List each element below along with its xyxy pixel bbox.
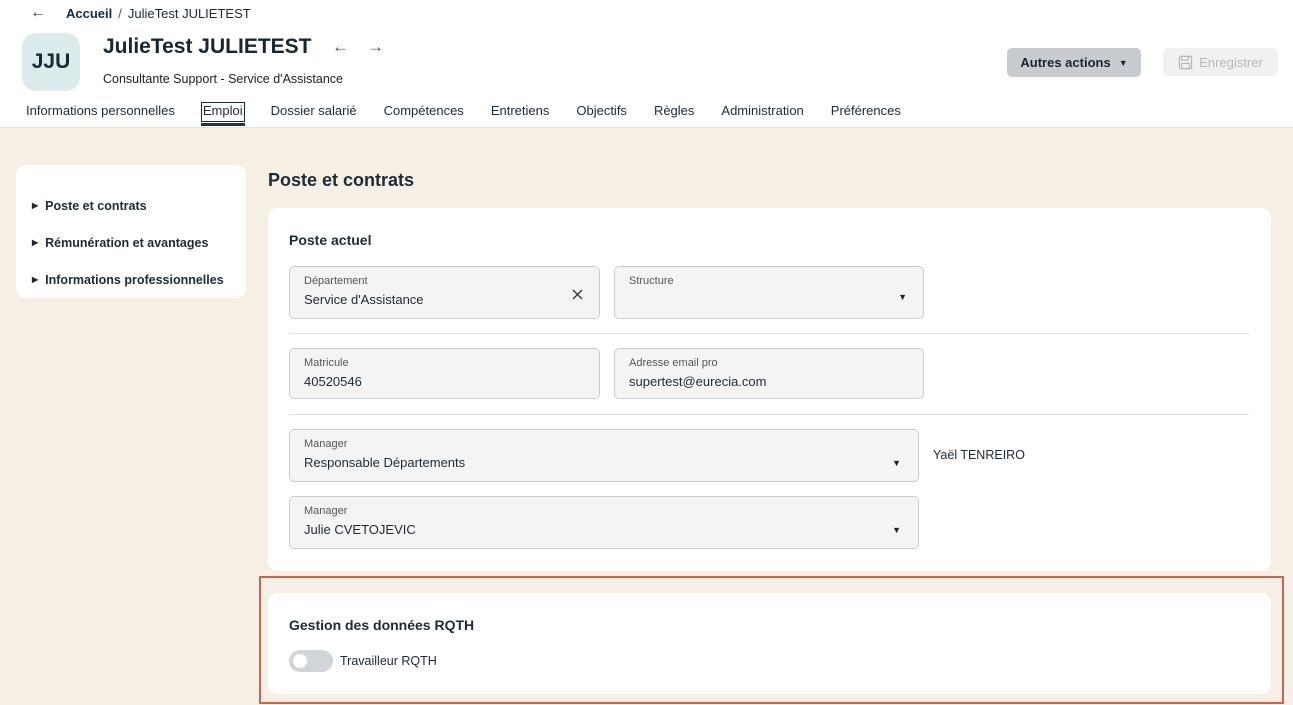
breadcrumb-separator: / [118, 5, 122, 21]
tab-bar: Informations personnelles Emploi Dossier… [25, 102, 927, 126]
field-label: Adresse email pro [629, 357, 718, 369]
caret-down-icon: ▼ [1118, 57, 1128, 68]
section-title: Poste et contrats [268, 170, 415, 190]
field-value: Julie CVETOJEVIC [304, 522, 416, 537]
breadcrumb: ← Accueil / JulieTest JULIETEST [30, 4, 251, 22]
field-value: supertest@eurecia.com [629, 374, 767, 389]
tab-emploi[interactable]: Emploi [200, 102, 245, 126]
employee-name: JulieTest JULIETEST [103, 35, 312, 58]
save-label: Enregistrer [1199, 54, 1263, 70]
sidebar-item-label: Poste et contrats [45, 198, 147, 213]
caret-down-icon: ▼ [892, 458, 901, 468]
sidebar-item-label: Informations professionnelles [45, 272, 224, 287]
tab-regles[interactable]: Règles [653, 103, 695, 122]
previous-arrow-icon[interactable]: ← [332, 37, 349, 57]
field-label: Matricule [304, 357, 349, 369]
divider [289, 333, 1249, 334]
field-value: Responsable Départements [304, 455, 466, 470]
tab-administration[interactable]: Administration [720, 103, 804, 122]
tab-dossier-salarie[interactable]: Dossier salarié [270, 103, 358, 122]
tab-preferences[interactable]: Préférences [830, 103, 902, 122]
toggle-knob [293, 654, 307, 668]
matricule-field[interactable]: Matricule 40520546 [289, 348, 600, 399]
tab-competences[interactable]: Compétences [383, 103, 465, 122]
save-icon [1179, 55, 1193, 69]
triangle-right-icon: ▶ [32, 238, 39, 247]
poste-actuel-card: Poste actuel Département Service d'Assis… [268, 208, 1271, 571]
breadcrumb-current: JulieTest JULIETEST [127, 5, 251, 21]
manager-select-1[interactable]: Manager Responsable Départements ▼ [289, 429, 919, 482]
tab-objectifs[interactable]: Objectifs [575, 103, 628, 122]
card-title: Poste actuel [289, 232, 372, 248]
sidebar-item-remuneration[interactable]: ▶ Rémunération et avantages [16, 224, 246, 261]
back-arrow-icon[interactable]: ← [30, 4, 46, 22]
next-arrow-icon[interactable]: → [367, 37, 384, 57]
sidebar-item-label: Rémunération et avantages [45, 235, 209, 250]
clear-icon[interactable] [572, 289, 583, 303]
sidebar-item-poste-et-contrats[interactable]: ▶ Poste et contrats [16, 187, 246, 224]
divider [289, 414, 1249, 415]
field-value: 40520546 [304, 374, 362, 389]
more-actions-label: Autres actions [1020, 55, 1111, 70]
email-field[interactable]: Adresse email pro supertest@eurecia.com [614, 348, 924, 399]
triangle-right-icon: ▶ [32, 201, 39, 210]
structure-select[interactable]: Structure ▼ [614, 266, 924, 319]
manager-select-2[interactable]: Manager Julie CVETOJEVIC ▼ [289, 496, 919, 549]
field-label: Manager [304, 438, 348, 450]
departement-field[interactable]: Département Service d'Assistance [289, 266, 600, 319]
employee-subtitle: Consultante Support - Service d'Assistan… [103, 72, 344, 86]
rqth-toggle[interactable] [289, 650, 333, 672]
section-sidebar: ▶ Poste et contrats ▶ Rémunération et av… [16, 165, 246, 298]
save-button[interactable]: Enregistrer [1163, 48, 1278, 76]
caret-down-icon: ▼ [898, 292, 907, 302]
field-label: Manager [304, 505, 348, 517]
toggle-label: Travailleur RQTH [340, 654, 437, 668]
tab-entretiens[interactable]: Entretiens [490, 103, 551, 122]
field-label: Département [304, 275, 368, 287]
record-navigation: ← → [332, 37, 384, 57]
rqth-card: Gestion des données RQTH Travailleur RQT… [268, 593, 1271, 694]
breadcrumb-home-link[interactable]: Accueil [66, 6, 112, 21]
manager-name: Yaël TENREIRO [933, 448, 1025, 462]
more-actions-button[interactable]: Autres actions ▼ [1007, 48, 1141, 77]
field-value: Service d'Assistance [304, 292, 424, 307]
sidebar-item-informations-professionnelles[interactable]: ▶ Informations professionnelles [16, 261, 246, 298]
page-header: ← Accueil / JulieTest JULIETEST JJU Juli… [0, 0, 1293, 128]
field-label: Structure [629, 275, 674, 287]
avatar: JJU [22, 33, 80, 91]
triangle-right-icon: ▶ [32, 275, 39, 284]
tab-informations-personnelles[interactable]: Informations personnelles [25, 103, 176, 122]
caret-down-icon: ▼ [892, 525, 901, 535]
card-title: Gestion des données RQTH [289, 617, 475, 633]
